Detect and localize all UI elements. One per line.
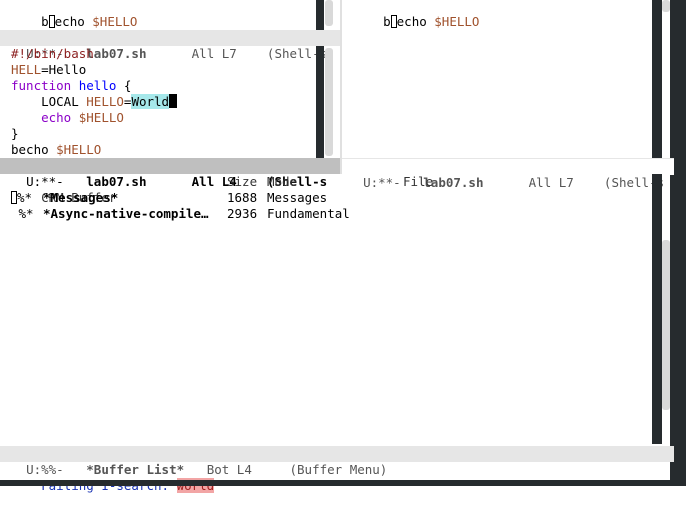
echo-line: echo $HELLO: [41, 110, 124, 125]
scrollbar-thumb-top-left[interactable]: [325, 0, 333, 26]
scrollbar-thumb-buffer-list[interactable]: [662, 240, 670, 410]
buffer-size: 1688: [227, 190, 258, 205]
buffer-line: b echo $HELLO: [383, 14, 480, 29]
header-size: Size: [227, 174, 258, 189]
top-right-window[interactable]: b echo $HELLO: [342, 0, 660, 158]
buffer-name[interactable]: *Messages*: [43, 190, 118, 206]
modeline-buffer-list[interactable]: U:%%- *Buffer List* Bot L4 (Buffer Menu): [0, 446, 674, 477]
text-cursor: [169, 94, 177, 108]
buffer-mode: Messages: [267, 190, 328, 205]
scrollbar-rail-right: [670, 0, 686, 486]
buffer-line: b echo $HELLO: [41, 14, 138, 29]
becho-line: becho $HELLO: [11, 142, 102, 157]
modeline-code-window[interactable]: U:**- lab07.sh All L4 (Shell-s: [0, 158, 340, 189]
bottom-edge: [0, 480, 686, 486]
top-left-window[interactable]: b echo $HELLO: [0, 0, 340, 30]
close-brace-line: }: [11, 126, 19, 141]
buffer-size: 2936: [227, 206, 258, 221]
assignment-line: HELL=Hello: [11, 62, 87, 77]
scrollbar-track-buffer-list[interactable]: [652, 174, 662, 444]
function-line: function hello {: [11, 78, 132, 93]
buffer-mode: Fundamental: [267, 206, 350, 221]
minibuffer[interactable]: Failing I-search: world: [0, 462, 674, 493]
text-cursor-hollow-prefix: b: [41, 14, 49, 29]
buffer-list-window[interactable]: CRM Buffer Size Mode File %* *Messages* …: [0, 174, 660, 444]
scrollbar-track-top-left[interactable]: [316, 0, 324, 30]
code-window[interactable]: #!/bin/bash HELL=Hello function hello { …: [0, 46, 340, 158]
table-row[interactable]: %* *Async-native-compile… 2936 Fundament…: [0, 206, 640, 222]
header-mode: Mode: [267, 174, 298, 189]
scrollbar-thumb-code[interactable]: [325, 48, 333, 156]
modeline-top-right[interactable]: U:**- lab07.sh All L7 (Shell-s: [342, 158, 674, 190]
table-row[interactable]: %* *Messages* 1688 Messages: [0, 190, 640, 206]
scrollbar-track-code[interactable]: [316, 46, 324, 158]
local-line: LOCAL HELLO=World: [11, 94, 177, 110]
header-file: File: [403, 174, 434, 189]
modeline-top-left[interactable]: U:**- lab07.sh All L7 (Shell-s: [0, 30, 340, 61]
scrollbar-thumb-top-right[interactable]: [662, 0, 670, 12]
shebang-line: #!/bin/bash: [11, 46, 94, 61]
buffer-name[interactable]: *Async-native-compile…: [43, 206, 209, 222]
scrollbar-track-top-right[interactable]: [652, 0, 662, 158]
search-match-highlight: World: [131, 94, 170, 109]
buffer-list-header: CRM Buffer: [41, 190, 117, 205]
